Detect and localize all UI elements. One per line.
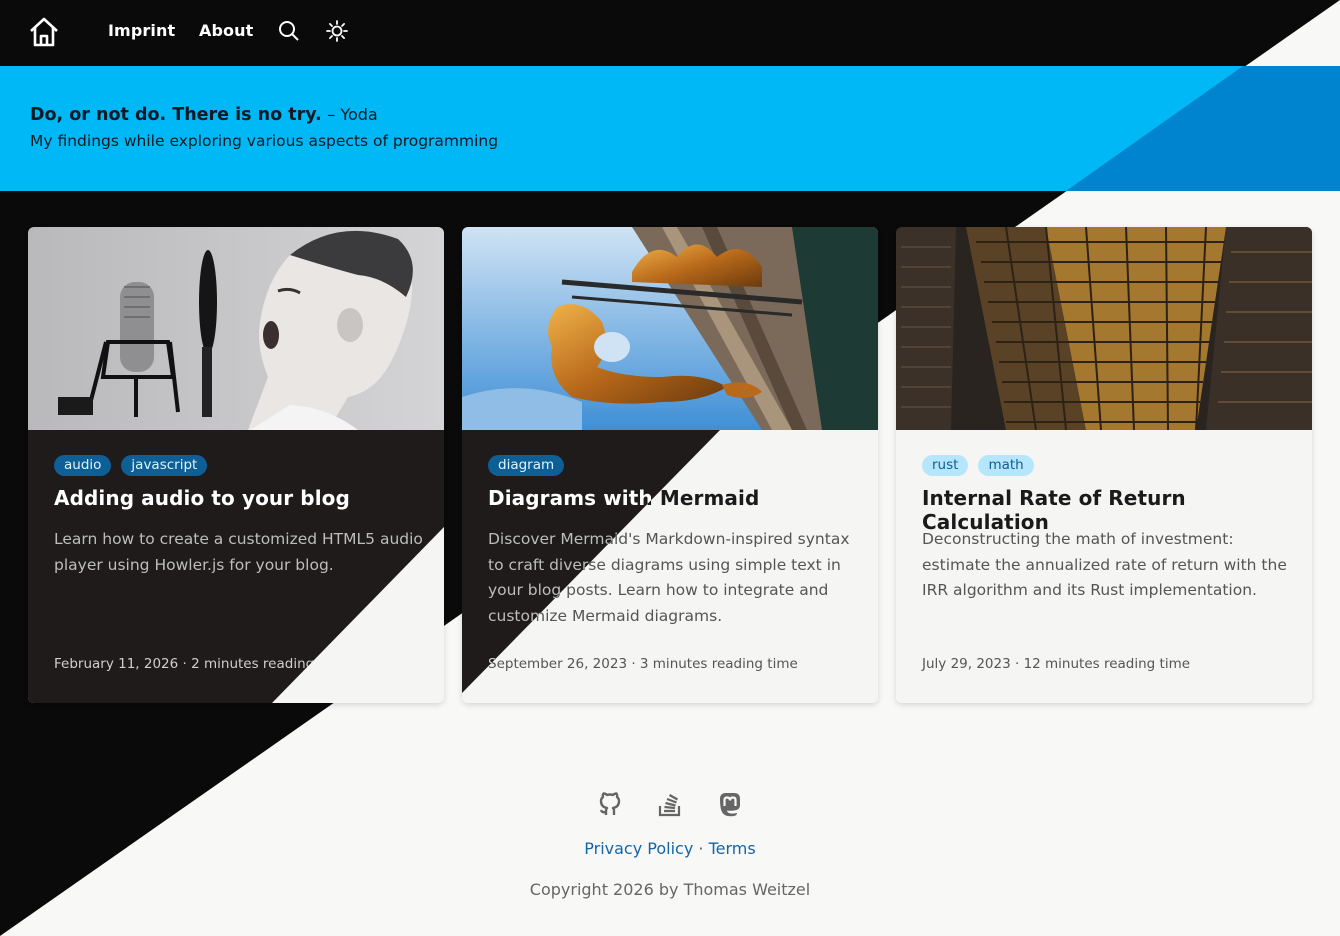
post-meta: July 29, 2023 · 12 minutes reading time — [922, 656, 1191, 672]
hero-quote-line: Do, or not do. There is no try. – Yoda — [30, 105, 498, 125]
hero-banner: Do, or not do. There is no try. – Yoda M… — [0, 66, 1340, 191]
sun-icon[interactable] — [325, 19, 349, 43]
hero-subtitle: My findings while exploring various aspe… — [30, 132, 499, 150]
post-date: February 11, 2026 — [54, 656, 179, 672]
github-icon[interactable] — [596, 790, 624, 818]
privacy-policy-link[interactable]: Privacy Policy — [584, 839, 693, 858]
post-card-diagrams-mermaid[interactable]: diagram Diagrams with Mermaid Discover M… — [462, 227, 878, 703]
post-card-irr-calculation[interactable]: rust math Internal Rate of Return Calcul… — [896, 227, 1312, 703]
post-meta: September 26, 2023 · 3 minutes reading t… — [488, 656, 798, 672]
post-reading-time: 12 minutes reading time — [1023, 656, 1191, 672]
copyright: Copyright 2026 by Thomas Weitzel — [529, 880, 811, 899]
post-date: July 29, 2023 — [922, 656, 1011, 672]
post-card-adding-audio[interactable]: audio javascript Adding audio to your bl… — [28, 227, 444, 703]
tag-javascript[interactable]: javascript — [121, 455, 208, 476]
hero-quote: Do, or not do. There is no try. — [30, 105, 322, 125]
tag-diagram[interactable]: diagram — [488, 455, 565, 476]
post-title[interactable]: Adding audio to your blog — [54, 486, 350, 510]
stackoverflow-icon[interactable] — [656, 790, 684, 818]
post-image-mermaid-sign — [462, 227, 878, 430]
top-navigation: Imprint About — [0, 0, 1340, 66]
social-links — [0, 790, 1340, 822]
tag-rust[interactable]: rust — [922, 455, 969, 476]
mastodon-icon[interactable] — [716, 790, 744, 818]
post-image-microphone — [28, 227, 444, 430]
tag-math[interactable]: math — [978, 455, 1034, 476]
home-icon[interactable] — [28, 16, 60, 48]
search-icon[interactable] — [277, 19, 301, 43]
post-description: Deconstructing the math of investment: e… — [922, 530, 1287, 599]
nav-link-about[interactable]: About — [199, 21, 253, 40]
nav-link-imprint[interactable]: Imprint — [108, 21, 175, 40]
tag-audio[interactable]: audio — [54, 455, 112, 476]
post-date: September 26, 2023 — [488, 656, 628, 672]
legal-links: Privacy Policy · Terms — [0, 839, 1340, 858]
post-reading-time: 3 minutes reading time — [639, 656, 798, 672]
link-separator: · — [698, 839, 704, 858]
post-image-skyscraper — [896, 227, 1312, 430]
hero-quote-author: – Yoda — [327, 105, 378, 124]
post-description: Learn how to create a customized HTML5 a… — [54, 530, 423, 574]
post-list: audio javascript Adding audio to your bl… — [28, 227, 1312, 703]
site-footer: Privacy Policy · Terms Copyright 2026 by… — [0, 790, 1340, 899]
terms-link[interactable]: Terms — [709, 839, 756, 858]
